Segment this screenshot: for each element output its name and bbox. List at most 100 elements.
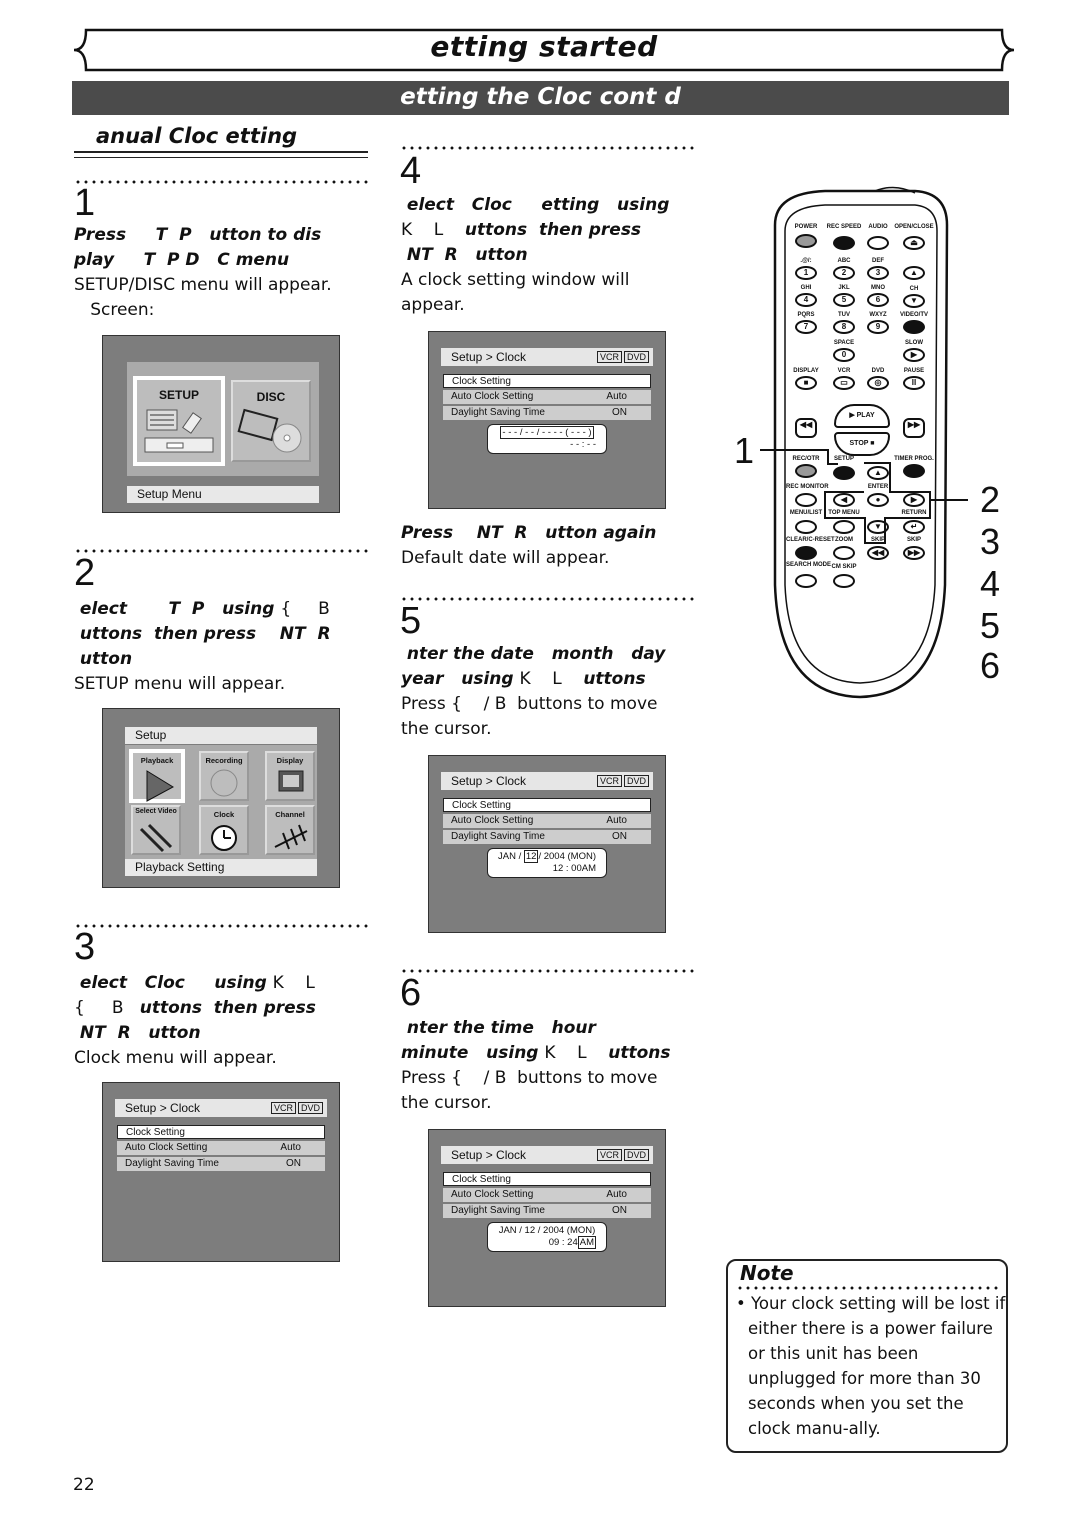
day-field: 12 <box>523 850 539 863</box>
number-2-button[interactable]: 2 <box>833 266 855 280</box>
step-line: Default date will appear. <box>401 546 701 571</box>
recording-tile: Recording <box>199 751 249 801</box>
cable-icon <box>139 823 173 853</box>
menu-row: Daylight Saving Time ON <box>117 1157 325 1171</box>
dvd-badge: DVD <box>623 351 649 363</box>
page-number: 22 <box>73 1475 95 1495</box>
video-tv-button[interactable] <box>903 320 925 334</box>
button-label: PAUSE <box>903 368 925 374</box>
menu-row: Clock Setting <box>117 1125 325 1139</box>
row-label: Clock Setting <box>452 376 511 387</box>
description-text: Press { / B buttons to move <box>401 1068 658 1088</box>
note-title: Note <box>740 1261 794 1285</box>
row-value: Auto <box>606 815 627 826</box>
button-label: DISPLAY <box>793 368 819 374</box>
description-text: K L <box>272 973 315 993</box>
setup-tile: SETUP <box>133 376 225 466</box>
menu-row: Clock Setting <box>443 374 651 388</box>
open-close-button[interactable]: ⏏ <box>903 236 925 250</box>
step-line: the cursor. <box>401 1091 701 1116</box>
number-7-button[interactable]: 7 <box>795 320 817 334</box>
description-text: K L <box>544 1043 609 1063</box>
row-label: Auto Clock Setting <box>451 391 534 402</box>
instruction-text: elect Cloc etting using <box>401 195 670 215</box>
step-line: nter the time hour <box>401 1016 701 1041</box>
screen-header: Setup <box>125 727 317 744</box>
instruction-text: Press NT R utton again <box>401 523 657 543</box>
callout-4: 4 <box>980 563 1001 604</box>
row-value: Auto <box>606 1189 627 1200</box>
vcr-button[interactable]: ▭ <box>833 376 855 390</box>
vcr-badge: VCR <box>270 1102 296 1114</box>
button-label: MNO <box>871 285 885 291</box>
dvd-button[interactable]: ◎ <box>867 376 889 390</box>
instruction-text: year using <box>401 669 520 689</box>
mode-badges: VCR DVD <box>596 1149 649 1161</box>
setup-equipment-icon <box>144 409 214 453</box>
row-label: Auto Clock Setting <box>451 1189 534 1200</box>
row-value: Auto <box>606 391 627 402</box>
number-9-button[interactable]: 9 <box>867 320 889 334</box>
step-number: 6 <box>400 972 422 1014</box>
button-label: SLOW <box>905 340 923 346</box>
slow-button[interactable]: ▶ <box>903 348 925 362</box>
clock-setting-window: - - - / - - / - - - - ( - - - ) - - : - - <box>487 424 607 454</box>
description-text: Press { / B buttons to move <box>401 694 658 714</box>
number-8-button[interactable]: 8 <box>833 320 855 334</box>
channel-tile: Channel <box>265 805 315 855</box>
channel-down-button[interactable]: ▼ <box>903 294 925 308</box>
description-text: appear. <box>401 295 465 315</box>
row-label: Daylight Saving Time <box>451 831 545 842</box>
divider <box>400 597 694 601</box>
number-4-button[interactable]: 4 <box>795 293 817 307</box>
number-6-button[interactable]: 6 <box>867 293 889 307</box>
number-5-button[interactable]: 5 <box>833 293 855 307</box>
disc-tile: DISC <box>231 380 311 462</box>
menu-row: Daylight Saving Time ON <box>443 830 651 844</box>
description-text: A clock setting window will <box>401 270 630 290</box>
step-line: Press NT R utton again <box>401 521 701 546</box>
date-field: - - - / - - / - - - - ( - - - ) <box>500 426 594 439</box>
time-line: 12 : 00AM <box>552 863 596 874</box>
display-button[interactable]: ■ <box>795 376 817 390</box>
clock-setting-window-screen: Setup > Clock VCR DVD Clock Setting Auto Clo… <box>428 331 666 509</box>
callout-5: 5 <box>980 605 1001 646</box>
description-text: { B <box>280 599 330 619</box>
button-label: AUDIO <box>868 224 888 230</box>
pause-button[interactable]: II <box>903 376 925 390</box>
screen-status: Setup Menu <box>127 486 319 503</box>
step-5-text: nter the date month day year using K L ut… <box>401 642 701 742</box>
step-number: 4 <box>400 150 422 192</box>
instruction-text: Press T P utton to dis <box>74 225 322 245</box>
step-line: Press { / B buttons to move <box>401 692 701 717</box>
button-label: CH <box>909 286 919 292</box>
rec-speed-button[interactable] <box>833 236 855 250</box>
instruction-text: uttons <box>583 669 646 689</box>
date-line: - - - / - - / - - - - ( - - - ) <box>488 426 606 439</box>
row-label: Daylight Saving Time <box>451 407 545 418</box>
button-label: POWER <box>794 224 818 230</box>
step-line: Press T P utton to dis <box>74 223 374 248</box>
number-3-button[interactable]: 3 <box>867 266 889 280</box>
number-1-button[interactable]: 1 <box>795 266 817 280</box>
instruction-text: NT R utton <box>74 1023 201 1043</box>
step-line: K L uttons then press <box>401 218 701 243</box>
channel-up-button[interactable]: ▲ <box>903 266 925 280</box>
step-line: nter the date month day <box>401 642 701 667</box>
audio-button[interactable] <box>867 236 889 250</box>
step-number: 3 <box>74 926 96 968</box>
callout-lines <box>760 449 968 544</box>
date-line: JAN / 12/ 2004 (MON) <box>488 850 606 863</box>
display-tile: Display <box>265 751 315 801</box>
divider <box>74 924 368 928</box>
power-button[interactable] <box>795 234 817 248</box>
button-label: SPACE <box>833 340 855 346</box>
ampm-field: AM <box>577 1236 596 1249</box>
year-field: / 2004 (MON) <box>538 851 596 862</box>
number-0-button[interactable]: 0 <box>833 348 855 362</box>
instruction-text: minute using <box>401 1043 545 1063</box>
button-label: DVD <box>871 368 885 374</box>
menu-row: Daylight Saving Time ON <box>443 1204 651 1218</box>
clock-setting-window: JAN / 12 / 2004 (MON) 09 : 24 AM <box>487 1222 607 1252</box>
step-line: elect Cloc using K L <box>74 971 374 996</box>
